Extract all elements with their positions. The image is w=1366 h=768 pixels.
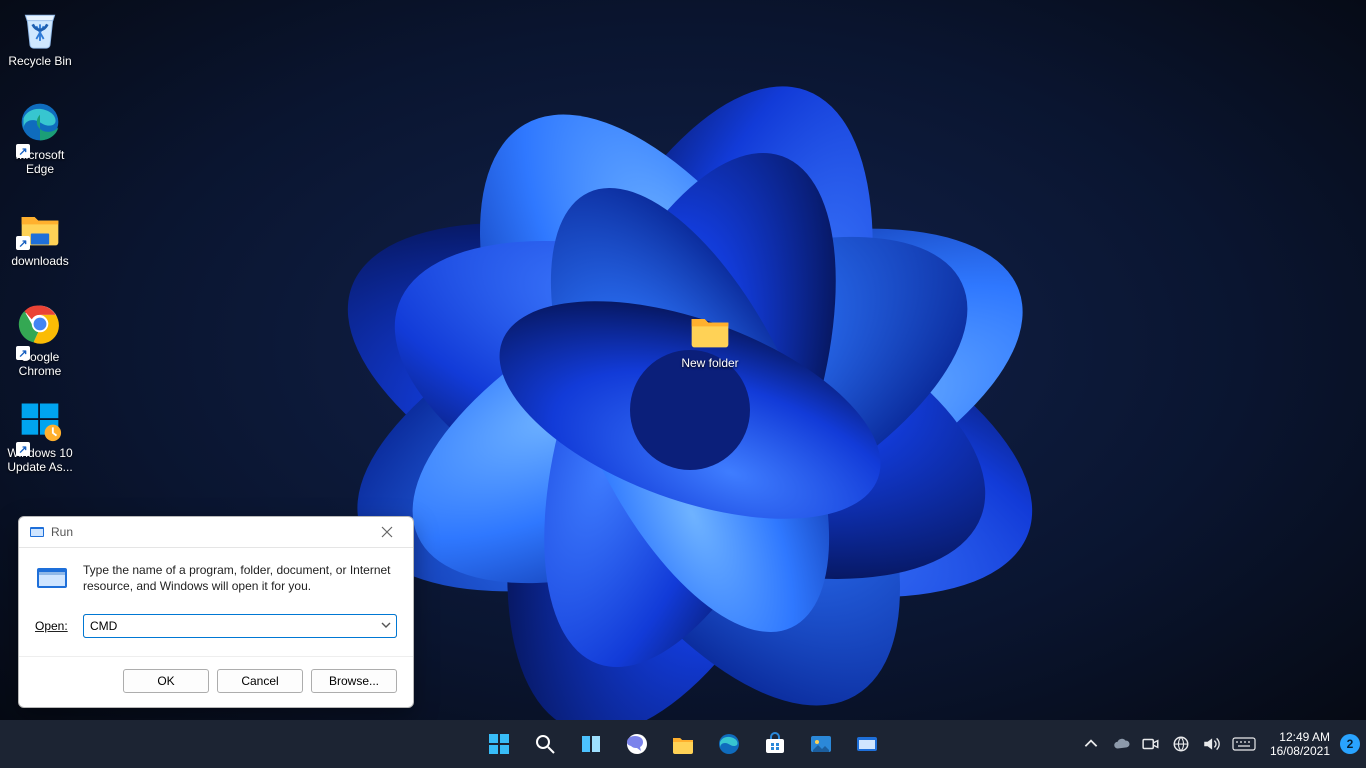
search-icon xyxy=(533,732,557,756)
browse-button[interactable]: Browse... xyxy=(311,669,397,693)
shortcut-overlay-icon: ↗ xyxy=(16,346,30,360)
cloud-icon xyxy=(1112,735,1130,753)
desktop-icon-label: downloads xyxy=(2,254,78,268)
camera-icon xyxy=(1142,735,1160,753)
shortcut-overlay-icon: ↗ xyxy=(16,236,30,250)
store-icon xyxy=(763,732,787,756)
tray-meet-now[interactable] xyxy=(1138,724,1164,764)
desktop-icon-label: Recycle Bin xyxy=(2,54,78,68)
store-button[interactable] xyxy=(755,724,795,764)
desktop-icon-chrome[interactable]: ↗ Google Chrome xyxy=(2,302,78,378)
recycle-bin-icon xyxy=(18,6,62,50)
cancel-button[interactable]: Cancel xyxy=(217,669,303,693)
taskbar-clock[interactable]: 12:49 AM 16/08/2021 xyxy=(1264,730,1336,758)
run-taskbar-button[interactable] xyxy=(847,724,887,764)
task-view-button[interactable] xyxy=(571,724,611,764)
run-description: Type the name of a program, folder, docu… xyxy=(83,562,397,594)
clock-time: 12:49 AM xyxy=(1270,730,1330,744)
desktop-icon-label: Microsoft Edge xyxy=(2,148,78,176)
task-view-icon xyxy=(579,732,603,756)
desktop-icon-edge[interactable]: ↗ Microsoft Edge xyxy=(2,100,78,176)
taskbar: 12:49 AM 16/08/2021 2 xyxy=(0,720,1366,768)
globe-icon xyxy=(1172,735,1190,753)
open-combobox[interactable] xyxy=(83,614,397,638)
notification-badge[interactable]: 2 xyxy=(1340,734,1360,754)
chrome-icon xyxy=(18,302,62,346)
edge-button[interactable] xyxy=(709,724,749,764)
taskbar-systray: 12:49 AM 16/08/2021 2 xyxy=(1078,724,1360,764)
search-button[interactable] xyxy=(525,724,565,764)
desktop-icon-label: New folder xyxy=(672,356,748,370)
desktop-icon-new-folder[interactable]: New folder xyxy=(672,308,748,370)
file-explorer-icon xyxy=(671,732,695,756)
open-label: Open: xyxy=(35,619,73,633)
run-title-icon xyxy=(29,524,45,540)
windows-logo-icon xyxy=(18,398,62,442)
file-explorer-button[interactable] xyxy=(663,724,703,764)
run-app-icon xyxy=(855,732,879,756)
windows-start-icon xyxy=(487,732,511,756)
shortcut-overlay-icon: ↗ xyxy=(16,442,30,456)
chevron-up-icon xyxy=(1082,735,1100,753)
folder-icon xyxy=(688,308,732,352)
tray-input-indicator[interactable] xyxy=(1228,724,1260,764)
photos-button[interactable] xyxy=(801,724,841,764)
run-app-icon xyxy=(35,562,69,596)
desktop-icon-label: Windows 10 Update As... xyxy=(2,446,78,474)
shortcut-overlay-icon: ↗ xyxy=(16,144,30,158)
tray-onedrive[interactable] xyxy=(1108,724,1134,764)
desktop-icon-downloads[interactable]: ↗ downloads xyxy=(2,206,78,268)
taskbar-center xyxy=(479,724,887,764)
start-button[interactable] xyxy=(479,724,519,764)
clock-date: 16/08/2021 xyxy=(1270,744,1330,758)
tray-overflow-button[interactable] xyxy=(1078,724,1104,764)
tray-volume[interactable] xyxy=(1198,724,1224,764)
close-button[interactable] xyxy=(367,518,407,546)
desktop-icon-label: Google Chrome xyxy=(2,350,78,378)
desktop-icon-win10-update-assistant[interactable]: ↗ Windows 10 Update As... xyxy=(2,398,78,474)
chat-icon xyxy=(625,732,649,756)
open-input[interactable] xyxy=(83,614,397,638)
desktop[interactable]: Recycle Bin ↗ Microsoft Edge ↗ downloads… xyxy=(0,0,1366,768)
volume-icon xyxy=(1202,735,1220,753)
run-title: Run xyxy=(51,525,367,539)
tray-network[interactable] xyxy=(1168,724,1194,764)
close-icon xyxy=(381,526,393,538)
run-dialog: Run Type the name of a program, folder, … xyxy=(18,516,414,708)
chat-button[interactable] xyxy=(617,724,657,764)
desktop-icon-recycle-bin[interactable]: Recycle Bin xyxy=(2,6,78,68)
edge-icon xyxy=(717,732,741,756)
run-titlebar[interactable]: Run xyxy=(19,517,413,548)
keyboard-icon xyxy=(1232,735,1256,753)
ok-button[interactable]: OK xyxy=(123,669,209,693)
edge-icon xyxy=(18,100,62,144)
photos-icon xyxy=(809,732,833,756)
